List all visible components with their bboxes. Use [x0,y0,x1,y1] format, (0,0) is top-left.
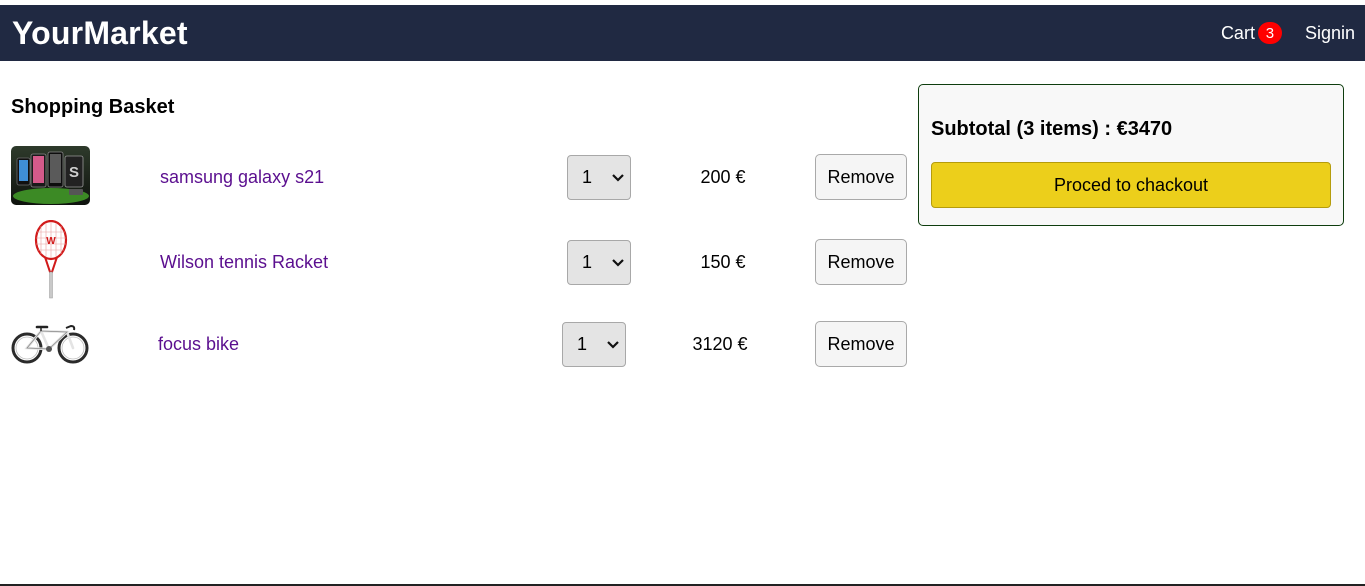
subtotal-text: Subtotal (3 items) : €3470 [931,118,1173,140]
item-name-link[interactable]: Wilson tennis Racket [160,252,328,273]
cart-count-badge: 3 [1257,22,1282,44]
quantity-value: 1 [582,167,593,187]
brand-logo-link[interactable]: YourMarket [12,17,188,49]
top-navbar: YourMarket Cart 3 Signin [0,5,1365,61]
remove-button[interactable]: Remove [815,321,907,367]
signin-link[interactable]: Signin [1305,23,1355,44]
item-price: 200 € [700,167,746,187]
top-nav-links: Cart 3 Signin [1221,22,1355,44]
proceed-to-checkout-button[interactable]: Proced to chackout [931,162,1331,208]
cart-label: Cart [1220,22,1255,43]
item-price: 150 € [700,252,746,272]
basket-item-row: S samsung galaxy s21 1 200 € Remove [0,135,910,219]
basket-item-row: W Wilson tennis Racket 1 150 € Remove [0,220,910,304]
tennis-racket-icon: W [34,220,67,299]
phone-photo-icon: S [11,145,90,205]
remove-button[interactable]: Remove [815,154,907,200]
quantity-value: 1 [582,252,593,272]
cart-link[interactable]: Cart 3 [1221,22,1282,44]
bicycle-icon [11,324,89,364]
shopping-basket-title: Shopping Basket [11,96,175,118]
samsung-galaxy-s21-image[interactable]: S [11,135,90,215]
quantity-select[interactable]: 1 [567,240,631,285]
item-price: 3120 € [692,334,748,354]
svg-text:W: W [46,236,56,247]
basket-item-row: focus bike 1 3120 € Remove [0,302,910,386]
chevron-down-icon [607,340,619,349]
quantity-select[interactable]: 1 [567,155,631,200]
road-bike-image[interactable] [11,302,90,382]
svg-text:S: S [69,164,79,181]
item-name-link[interactable]: focus bike [158,334,239,355]
quantity-value: 1 [577,334,588,354]
chevron-down-icon [612,173,624,182]
item-name-link[interactable]: samsung galaxy s21 [160,167,324,188]
tennis-racket-image[interactable]: W [11,220,90,300]
page: YourMarket Cart 3 Signin Shopping Basket [0,0,1365,586]
quantity-select[interactable]: 1 [562,322,626,367]
remove-button[interactable]: Remove [815,239,907,285]
order-summary-card: Subtotal (3 items) : €3470 Proced to cha… [918,84,1344,226]
chevron-down-icon [612,258,624,267]
